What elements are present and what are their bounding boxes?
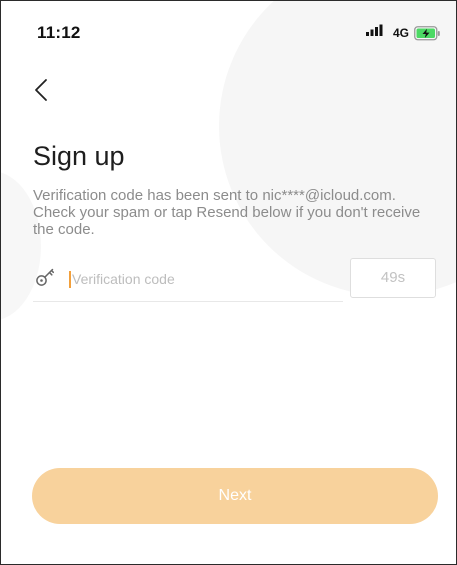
resend-timer-button[interactable]: 49s	[350, 258, 436, 298]
verification-code-field	[33, 259, 343, 302]
verification-description: Verification code has been sent to nic**…	[33, 187, 421, 238]
verification-code-input[interactable]	[69, 266, 332, 292]
status-time: 11:12	[37, 23, 81, 42]
status-indicators: 4G	[365, 24, 440, 42]
key-icon	[35, 267, 55, 287]
signal-bars-icon	[365, 24, 388, 42]
back-button[interactable]	[31, 77, 53, 103]
status-bar: 11:12 4G	[1, 1, 456, 61]
page-title: Sign up	[33, 141, 125, 171]
next-button[interactable]: Next	[32, 468, 438, 524]
app-screen: 11:12 4G Sign up Verification code has b…	[0, 0, 457, 565]
chevron-left-icon	[35, 79, 47, 101]
network-type: 4G	[392, 26, 409, 40]
battery-charging-icon	[414, 26, 440, 41]
